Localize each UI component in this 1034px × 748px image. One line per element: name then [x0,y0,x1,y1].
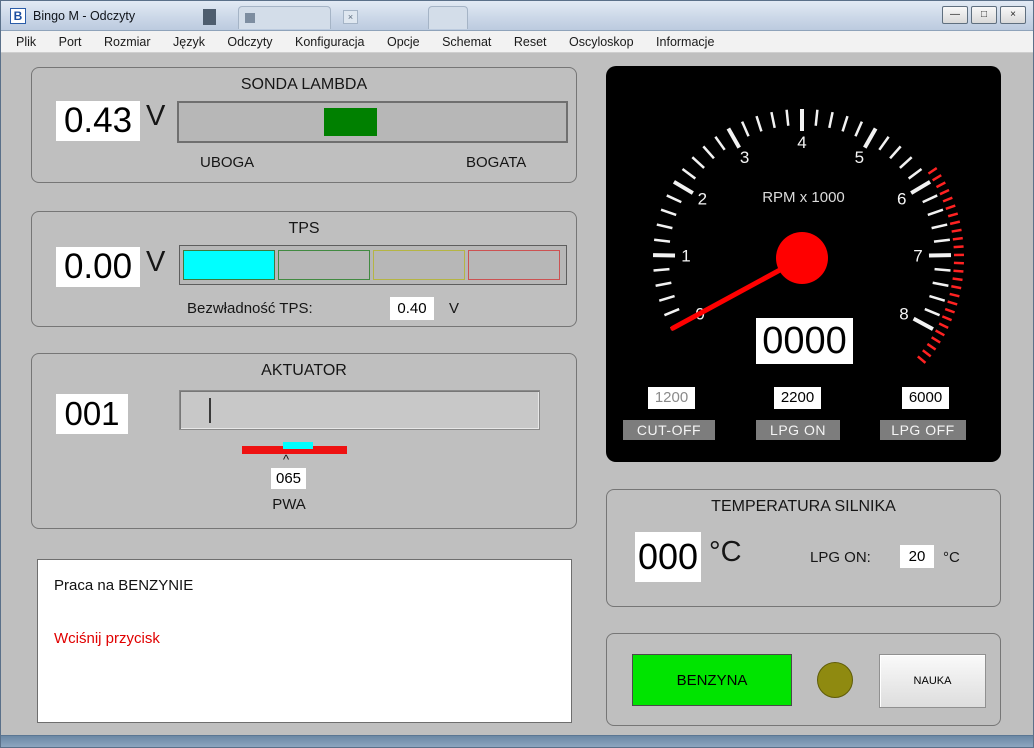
menu-item-reset[interactable]: Reset [505,31,556,53]
cutoff-label: CUT-OFF [623,420,715,440]
pwa-label: PWA [266,496,312,513]
tps-panel: TPS 0.00 V Bezwładność TPS: 0.40 V [31,211,577,327]
actuator-value: 001 [56,394,128,434]
svg-text:5: 5 [855,148,864,167]
caret-marker: ^ [279,452,293,467]
temperature-value: 000 [635,532,701,582]
menu-item-oscyloskop[interactable]: Oscyloskop [560,31,643,53]
lambda-panel-title: SONDA LAMBDA [32,76,576,94]
tps-unit: V [146,246,165,279]
menu-item-jezyk[interactable]: Język [164,31,214,53]
lpg-off-label: LPG OFF [880,420,966,440]
app-window: B Bingo M - Odczyty × — □ × Plik Port Ro… [0,0,1034,748]
lpg-on-label: LPG ON [756,420,840,440]
lambda-value: 0.43 [56,101,140,141]
actuator-panel: AKTUATOR 001 ^ 065 PWA [31,353,577,529]
temperature-unit: °C [709,536,742,569]
menu-item-schemat[interactable]: Schemat [433,31,500,53]
window-minimize-button[interactable]: — [942,6,968,24]
nauka-button[interactable]: NAUKA [879,654,986,708]
tps-inertia-value: 0.40 [390,297,434,320]
menu-bar: Plik Port Rozmiar Język Odczyty Konfigur… [1,31,1033,53]
tps-bar-gauge [179,245,567,285]
menu-item-rozmiar[interactable]: Rozmiar [95,31,160,53]
svg-text:4: 4 [797,133,806,152]
lpg-on-temp-unit: °C [943,549,960,566]
tps-panel-title: TPS [32,220,576,238]
svg-text:1: 1 [681,247,690,266]
rpm-panel: 012345678 RPM x 1000 0000 1200 2200 6000… [606,66,1001,462]
text-cursor [209,398,211,423]
temperature-panel: TEMPERATURA SILNIKA 000 °C LPG ON: 20 °C [606,489,1001,607]
tps-segment-2 [278,250,370,280]
lambda-label-uboga: UBOGA [200,154,254,171]
title-bar: B Bingo M - Odczyty × — □ × [1,1,1033,31]
window-title: Bingo M - Odczyty [33,1,135,31]
tps-segment-3 [373,250,465,280]
menu-item-port[interactable]: Port [50,31,91,53]
actuator-panel-title: AKTUATOR [32,362,576,380]
window-close-button[interactable]: × [1000,6,1026,24]
svg-text:3: 3 [740,148,749,167]
message-panel: Praca na BENZYNIE Wciśnij przycisk [37,559,572,723]
tps-segment-1 [183,250,275,280]
lambda-panel: SONDA LAMBDA 0.43 V UBOGA BOGATA [31,67,577,183]
background-tab-close-icon[interactable]: × [343,10,358,24]
benzyna-button[interactable]: BENZYNA [632,654,792,706]
rpm-scale-label: RPM x 1000 [606,189,1001,206]
menu-item-konfiguracja[interactable]: Konfiguracja [286,31,374,53]
lambda-bar-gauge [177,101,568,143]
menu-item-informacje[interactable]: Informacje [647,31,723,53]
background-window-tab[interactable] [238,6,331,29]
lambda-label-bogata: BOGATA [466,154,526,171]
fuel-panel: BENZYNA NAUKA [606,633,1001,726]
message-line-2: Wciśnij przycisk [54,630,160,647]
lambda-unit: V [146,100,165,133]
app-icon: B [10,8,26,24]
status-led [817,662,853,698]
tps-value: 0.00 [56,247,140,287]
lpg-off-rpm-value: 6000 [902,387,949,409]
message-line-1: Praca na BENZYNIE [54,577,193,594]
lambda-bar-fill [324,108,377,136]
menu-item-plik[interactable]: Plik [7,31,45,53]
menu-item-odczyty[interactable]: Odczyty [218,31,281,53]
tps-segment-4 [468,250,560,280]
pwa-value: 065 [271,468,306,489]
background-window-fragment[interactable] [203,9,216,25]
svg-text:7: 7 [913,247,922,266]
lpg-on-rpm-value: 2200 [774,387,821,409]
temperature-panel-title: TEMPERATURA SILNIKA [607,498,1000,516]
lpg-on-temp-value: 20 [900,545,934,568]
actuator-position-marker [283,442,313,449]
window-maximize-button[interactable]: □ [971,6,997,24]
window-bottom-frame [1,735,1033,748]
lpg-on-temp-label: LPG ON: [810,549,871,566]
actuator-input-field[interactable] [179,390,540,430]
window-controls: — □ × [942,6,1026,24]
tps-inertia-unit: V [449,300,459,317]
main-area: SONDA LAMBDA 0.43 V UBOGA BOGATA TPS 0.0… [1,53,1034,735]
menu-item-opcje[interactable]: Opcje [378,31,429,53]
svg-text:8: 8 [899,304,908,323]
rpm-digital-display: 0000 [756,318,853,364]
tab-icon [245,13,255,23]
cutoff-rpm-value: 1200 [648,387,695,409]
tps-inertia-label: Bezwładność TPS: [187,300,313,317]
background-window-tab[interactable] [428,6,468,29]
